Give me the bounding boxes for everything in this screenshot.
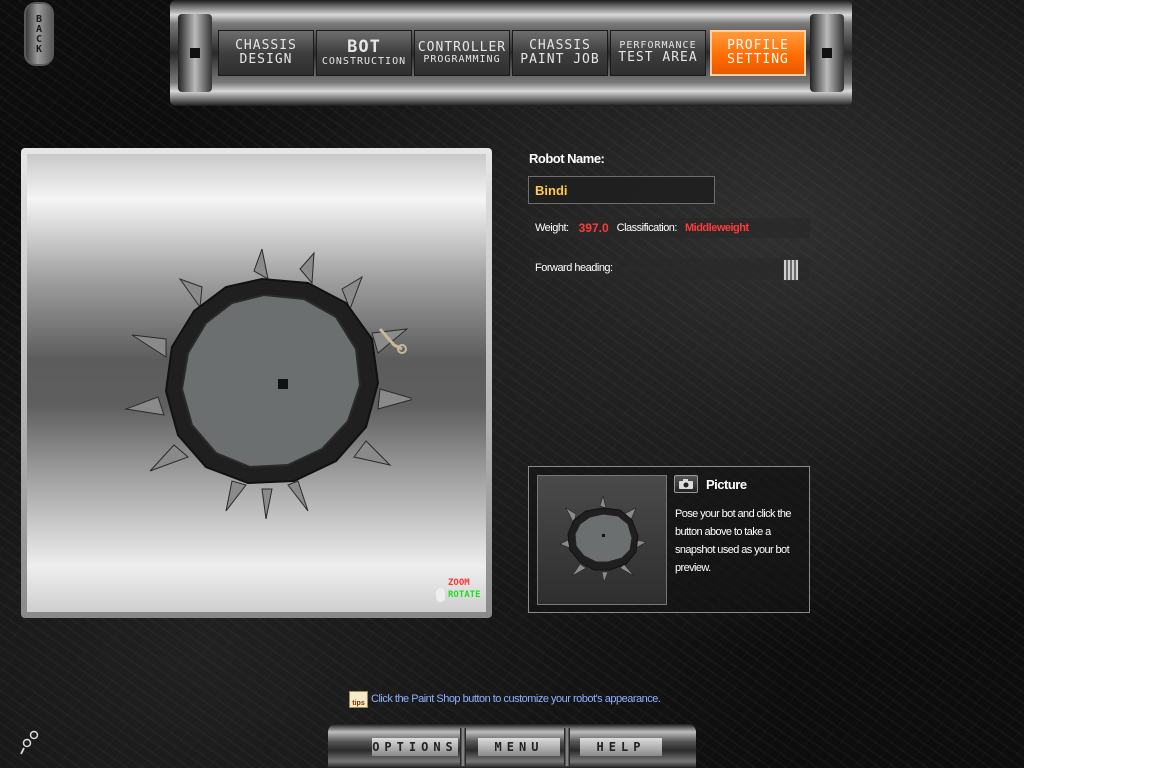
bot-preview-robot	[560, 496, 646, 582]
forward-heading-row: Forward heading:	[529, 258, 810, 281]
robot-viewport-frame: ZOOM ROTATE	[21, 148, 492, 618]
zoom-rotate-hint: ZOOM ROTATE	[436, 578, 482, 606]
camera-icon	[679, 479, 693, 489]
robot-3d-model[interactable]	[122, 249, 412, 519]
classification-value: Middleweight	[684, 222, 749, 234]
tab-bot-construction[interactable]: BOT CONSTRUCTION	[316, 30, 412, 76]
tab-performance-test-area[interactable]: PERFORMANCE TEST AREA	[610, 30, 706, 76]
tab-label-line2: SETTING	[727, 52, 789, 67]
game-background: BACK CHASSIS DESIGN BOT CONSTRUCTION CON…	[0, 0, 1024, 768]
zoom-label: ZOOM	[448, 578, 470, 588]
robot-name-label: Robot Name:	[529, 151, 605, 166]
tab-label-line2: DESIGN	[239, 52, 293, 67]
forward-heading-slider-track[interactable]	[621, 267, 806, 271]
weight-label: Weight:	[535, 222, 569, 234]
robot-3d-viewport[interactable]: ZOOM ROTATE	[27, 154, 486, 612]
weight-classification-row: Weight: 397.0 Classification: Middleweig…	[529, 218, 810, 238]
tab-chassis-design[interactable]: CHASSIS DESIGN	[218, 30, 314, 76]
picture-panel: Picture Pose your bot and click the butt…	[528, 466, 810, 613]
mouse-icon	[436, 588, 445, 602]
weight-value: 397.0	[578, 221, 609, 235]
picture-description: Pose your bot and click the button above…	[675, 508, 791, 574]
top-nav-bar: CHASSIS DESIGN BOT CONSTRUCTION CONTROLL…	[170, 0, 852, 106]
options-button[interactable]: OPTIONS	[372, 738, 458, 756]
menu-divider	[460, 728, 466, 766]
tab-label-line1: PROFILE	[727, 38, 789, 54]
nav-rail-right	[810, 14, 844, 92]
tab-label-line1: CONTROLLER	[417, 39, 507, 55]
forward-heading-slider-thumb[interactable]	[783, 259, 800, 281]
tab-label-line1: CHASSIS	[529, 38, 591, 54]
menu-button[interactable]: MENU	[478, 738, 560, 756]
tab-label-line2: CONSTRUCTION	[321, 55, 407, 67]
snapshot-button[interactable]	[674, 475, 698, 493]
loading-indicator-icon	[20, 730, 39, 755]
bottom-menu-bar: OPTIONS MENU HELP	[328, 724, 696, 768]
menu-divider	[564, 728, 570, 766]
back-button[interactable]: BACK	[24, 2, 54, 66]
tab-controller-programming[interactable]: CONTROLLER PROGRAMMING	[414, 30, 510, 76]
tab-label-line1: CHASSIS	[235, 38, 297, 54]
classification-label: Classification:	[616, 222, 678, 234]
rotate-label: ROTATE	[448, 590, 481, 600]
nav-rail-left	[178, 14, 212, 92]
tip-bar: tips Click the Paint Shop button to cust…	[349, 690, 661, 708]
tab-chassis-paint-job[interactable]: CHASSIS PAINT JOB	[512, 30, 608, 76]
tab-label-line2: PROGRAMMING	[423, 53, 501, 65]
tips-icon: tips	[349, 690, 368, 708]
tab-label-line2: TEST AREA	[618, 50, 698, 66]
forward-heading-label: Forward heading:	[535, 262, 613, 274]
tip-text: Click the Paint Shop button to customize…	[371, 693, 661, 705]
help-button[interactable]: HELP	[580, 738, 662, 756]
back-button-label: BACK	[33, 14, 45, 54]
robot-name-input[interactable]	[528, 176, 715, 204]
tab-profile-setting[interactable]: PROFILE SETTING	[710, 30, 806, 76]
tab-label-line2: PAINT JOB	[520, 52, 600, 67]
tab-label-line1: BOT	[347, 36, 381, 57]
bot-preview-image	[537, 475, 667, 605]
picture-title: Picture	[706, 477, 747, 492]
tips-icon-text: tips	[352, 699, 365, 707]
